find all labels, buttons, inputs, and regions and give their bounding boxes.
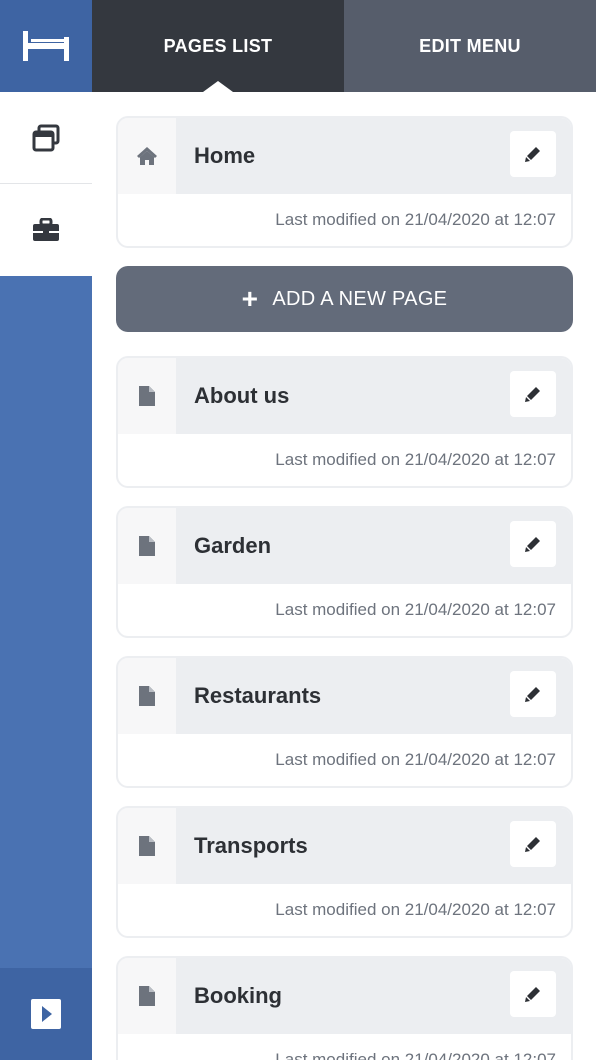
last-modified: Last modified on 21/04/2020 at 12:07 xyxy=(275,900,556,919)
last-modified: Last modified on 21/04/2020 at 12:07 xyxy=(275,450,556,469)
edit-page-button[interactable] xyxy=(510,131,556,177)
page-title[interactable]: Booking xyxy=(176,958,510,1034)
page-title[interactable]: Garden xyxy=(176,508,510,584)
briefcase-icon xyxy=(33,218,59,241)
pages-list: Home Last modified on 21/04/2020 at 12:0… xyxy=(116,116,573,1060)
last-modified: Last modified on 21/04/2020 at 12:07 xyxy=(275,600,556,619)
edit-page-button[interactable] xyxy=(510,821,556,867)
page-title[interactable]: Restaurants xyxy=(176,658,510,734)
page-title[interactable]: Transports xyxy=(176,808,510,884)
file-icon xyxy=(139,386,155,406)
edit-page-button[interactable] xyxy=(510,371,556,417)
page-card-garden: Garden Last modified on 21/04/2020 at 12… xyxy=(116,506,573,638)
sidebar xyxy=(0,0,92,1060)
tab-pages-list[interactable]: PAGES LIST xyxy=(92,0,344,92)
edit-page-button[interactable] xyxy=(510,971,556,1017)
pencil-icon xyxy=(525,147,540,162)
play-icon xyxy=(31,999,61,1029)
page-title[interactable]: About us xyxy=(176,358,510,434)
pencil-icon xyxy=(525,987,540,1002)
edit-page-button[interactable] xyxy=(510,521,556,567)
page-card-home: Home Last modified on 21/04/2020 at 12:0… xyxy=(116,116,573,248)
page-card-transports: Transports Last modified on 21/04/2020 a… xyxy=(116,806,573,938)
tab-edit-menu[interactable]: EDIT MENU xyxy=(344,0,596,92)
add-page-label: ADD A NEW PAGE xyxy=(272,287,448,310)
last-modified: Last modified on 21/04/2020 at 12:07 xyxy=(275,750,556,769)
sidebar-item-windows[interactable] xyxy=(0,92,92,184)
logo[interactable] xyxy=(0,0,92,92)
windows-icon xyxy=(32,124,60,151)
last-modified: Last modified on 21/04/2020 at 12:07 xyxy=(275,210,556,229)
page-title[interactable]: Home xyxy=(176,118,510,194)
bed-icon xyxy=(23,31,69,61)
edit-page-button[interactable] xyxy=(510,671,556,717)
last-modified: Last modified on 21/04/2020 at 12:07 xyxy=(275,1050,556,1060)
file-icon xyxy=(139,986,155,1006)
plus-icon: + xyxy=(241,283,259,314)
page-card-booking: Booking Last modified on 21/04/2020 at 1… xyxy=(116,956,573,1060)
top-tabs: PAGES LIST EDIT MENU xyxy=(92,0,596,92)
home-icon xyxy=(137,147,157,165)
add-page-button[interactable]: + ADD A NEW PAGE xyxy=(116,266,573,332)
sidebar-item-tools[interactable] xyxy=(0,184,92,276)
page-card-restaurants: Restaurants Last modified on 21/04/2020 … xyxy=(116,656,573,788)
pencil-icon xyxy=(525,687,540,702)
pencil-icon xyxy=(525,387,540,402)
file-icon xyxy=(139,836,155,856)
pencil-icon xyxy=(525,537,540,552)
page-card-about-us: About us Last modified on 21/04/2020 at … xyxy=(116,356,573,488)
pencil-icon xyxy=(525,837,540,852)
file-icon xyxy=(139,536,155,556)
file-icon xyxy=(139,686,155,706)
sidebar-toggle-button[interactable] xyxy=(0,968,92,1060)
